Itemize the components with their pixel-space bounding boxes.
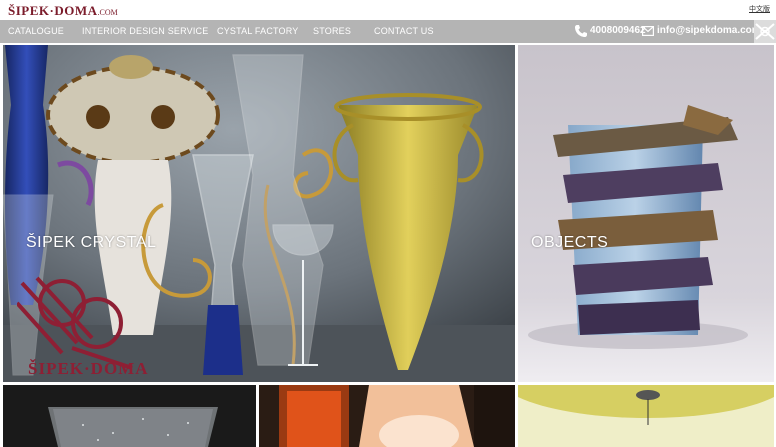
- site-logo[interactable]: ŠIPEK·DOMA.COM: [8, 3, 118, 19]
- nav-item-contact[interactable]: CONTACT US: [374, 26, 434, 36]
- bottom-photo-1: [3, 385, 256, 447]
- logo-text: ŠIPEK·DOMA: [8, 3, 98, 18]
- objects-photo: [518, 45, 774, 382]
- bottom-photo-2: [259, 385, 515, 447]
- main-nav: CATALOGUE INTERIOR DESIGN SERVICE CYSTAL…: [0, 20, 776, 43]
- tile-bottom-1[interactable]: [3, 385, 256, 447]
- nav-item-stores[interactable]: STORES: [313, 26, 351, 36]
- nav-item-crystal-factory[interactable]: CYSTAL FACTORY: [217, 26, 299, 36]
- tile-label-crystal: ŠIPEK CRYSTAL: [26, 234, 157, 251]
- language-link[interactable]: 中文版: [749, 4, 770, 14]
- tile-bottom-3[interactable]: [518, 385, 774, 447]
- logo-suffix: .COM: [97, 8, 118, 17]
- pattern-icon: [754, 20, 776, 43]
- tile-bottom-2[interactable]: [259, 385, 515, 447]
- nav-item-interior-design[interactable]: INTERIOR DESIGN SERVICE: [82, 26, 208, 36]
- email-address[interactable]: info@sipekdoma.com: [657, 25, 761, 36]
- phone-icon: [575, 25, 587, 37]
- bottom-photo-3: [518, 385, 774, 447]
- tile-label-objects: OBJECTS: [531, 234, 609, 251]
- tile-objects[interactable]: OBJECTS: [518, 45, 774, 382]
- tile-sipek-crystal[interactable]: ŠIPEK·DOMA ŠIPEK CRYSTAL: [3, 45, 515, 382]
- top-bar: ŠIPEK·DOMA.COM 中文版: [0, 0, 776, 20]
- brand-wordmark: ŠIPEK·DOMA: [28, 359, 149, 378]
- nav-item-catalogue[interactable]: CATALOGUE: [8, 26, 64, 36]
- phone-number[interactable]: 4008009462: [590, 25, 646, 36]
- mail-icon: [642, 26, 654, 36]
